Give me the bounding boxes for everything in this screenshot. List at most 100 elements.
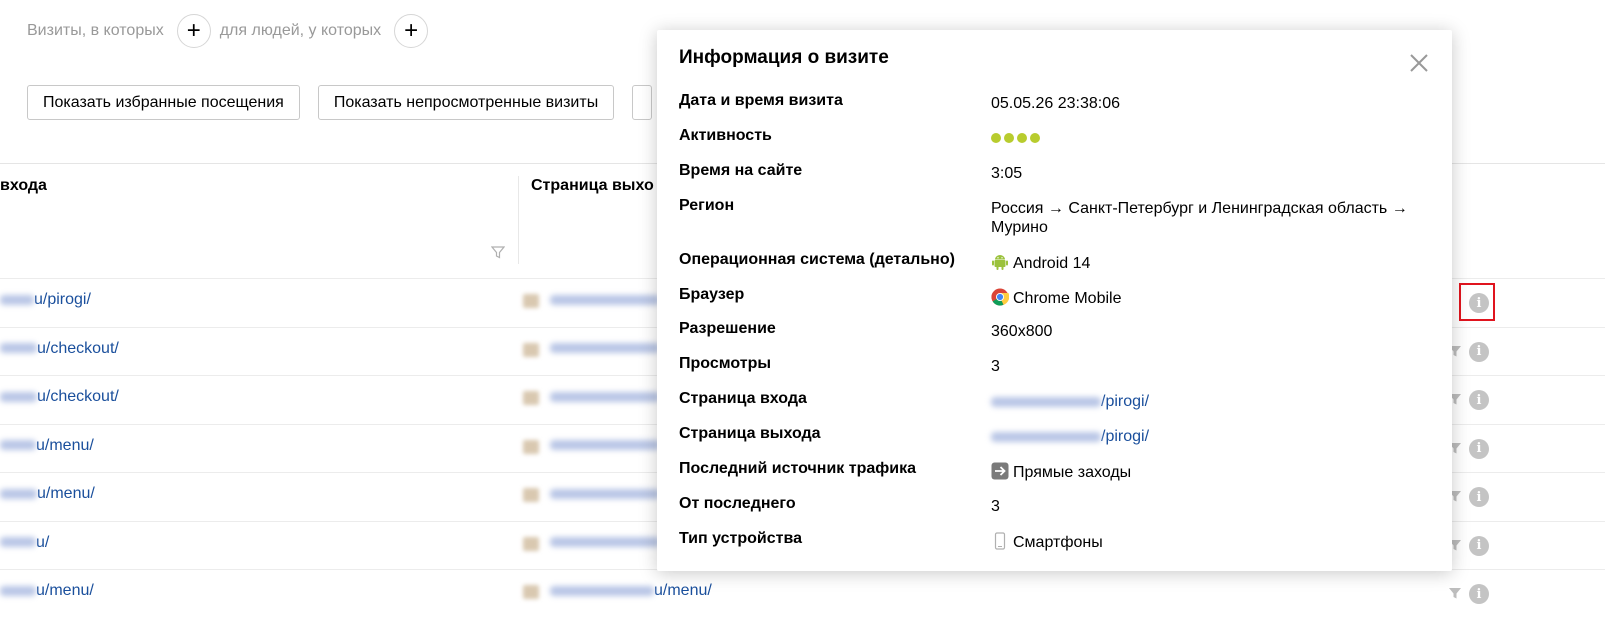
direct-traffic-icon [991, 462, 1009, 480]
redacted-domain [0, 488, 37, 499]
info-label: Регион [679, 197, 735, 214]
info-label: Последний источник трафика [679, 460, 916, 477]
entry-page-link[interactable]: u/ [0, 534, 49, 552]
exit-page-link[interactable] [550, 291, 660, 309]
filter-icon[interactable] [491, 245, 505, 259]
modal-title: Информация о визите [679, 47, 889, 68]
info-label: Операционная система (детально) [679, 251, 955, 268]
info-label: Активность [679, 127, 772, 144]
info-icon[interactable]: i [1469, 438, 1489, 459]
info-value: 05.05.26 23:38:06 [991, 94, 1431, 113]
entry-page-column-header[interactable]: входа [0, 177, 47, 195]
info-value-text: 3 [991, 358, 1000, 375]
entry-page-path: u/pirogi/ [34, 291, 91, 308]
redacted-domain [550, 537, 660, 548]
entry-page-path: u/menu/ [36, 582, 94, 599]
info-value: 360x800 [991, 322, 1431, 341]
entry-page-link[interactable]: u/checkout/ [0, 388, 119, 406]
info-value-text: 05.05.26 23:38:06 [991, 95, 1121, 112]
redacted-domain [0, 343, 37, 354]
redacted-domain [550, 440, 660, 451]
info-value: Россия → Санкт-Петербург и Ленинградская… [991, 199, 1431, 237]
site-favicon [523, 585, 539, 599]
redacted-domain [550, 585, 654, 596]
show-favorites-button[interactable]: Показать избранные посещения [27, 85, 300, 120]
filter-buttons: Показать избранные посещения Показать не… [27, 85, 653, 120]
site-favicon [523, 391, 539, 405]
redacted-domain [991, 431, 1101, 442]
info-value [991, 129, 1431, 148]
exit-page-column-header[interactable]: Страница выхо [531, 177, 654, 195]
hidden-filter-button[interactable] [632, 85, 653, 120]
info-value: 3 [991, 497, 1431, 516]
redacted-domain [550, 294, 660, 305]
table-row[interactable]: u/menu/u/menu/i [0, 569, 1605, 618]
entry-page-path: u/menu/ [37, 485, 95, 502]
info-label: Страница выхода [679, 425, 821, 442]
visit-info-modal: Информация о визите Дата и время визита 0… [657, 30, 1452, 571]
page-link[interactable]: /pirogi/ [991, 428, 1149, 445]
activity-dot [1017, 133, 1027, 143]
exit-page-link[interactable] [550, 340, 660, 358]
people-condition-label: для людей, у которых [219, 22, 382, 39]
site-favicon [523, 294, 539, 308]
info-value-text: Android 14 [1013, 255, 1091, 272]
entry-page-path: u/checkout/ [37, 339, 119, 357]
info-label: Разрешение [679, 320, 776, 337]
close-icon[interactable] [1407, 51, 1431, 75]
info-icon[interactable]: i [1469, 341, 1489, 362]
info-icon[interactable]: i [1469, 535, 1489, 556]
site-favicon [523, 342, 539, 357]
info-label: Время на сайте [679, 162, 803, 179]
redacted-domain [991, 396, 1101, 407]
page-path: /pirogi/ [1101, 428, 1150, 445]
info-label: Просмотры [679, 355, 772, 372]
show-unviewed-button[interactable]: Показать непросмотренные визиты [317, 85, 615, 120]
info-value-text: Прямые заходы [1013, 464, 1132, 481]
info-icon[interactable]: i [1469, 487, 1489, 507]
activity-dot [1030, 133, 1040, 143]
exit-page-link[interactable] [550, 534, 660, 552]
info-icon[interactable]: i [1469, 390, 1489, 410]
exit-page-link[interactable] [550, 388, 660, 406]
entry-page-link[interactable]: u/menu/ [0, 437, 94, 455]
redacted-domain [0, 585, 36, 596]
exit-page-link[interactable]: u/menu/ [550, 582, 712, 600]
exit-page-link[interactable] [550, 485, 660, 503]
site-favicon [523, 439, 539, 454]
redacted-domain [550, 488, 660, 499]
entry-page-path: u/ [36, 533, 50, 551]
info-icon[interactable]: i [1469, 584, 1489, 604]
info-value-text: 3 [991, 498, 1000, 515]
info-value: Android 14 [991, 253, 1431, 273]
exit-page-path: u/menu/ [654, 582, 712, 599]
info-value: Chrome Mobile [991, 288, 1431, 308]
column-separator [518, 176, 519, 264]
site-favicon [523, 488, 539, 502]
page-link[interactable]: /pirogi/ [991, 393, 1149, 410]
site-favicon [523, 536, 539, 551]
entry-page-link[interactable]: u/pirogi/ [0, 291, 91, 309]
add-people-condition-button[interactable]: + [394, 14, 429, 48]
info-label: От последнего [679, 495, 796, 512]
info-label: Тип устройства [679, 530, 802, 547]
info-value: /pirogi/ [991, 427, 1431, 446]
exit-page-link[interactable] [550, 437, 660, 455]
add-visit-condition-button[interactable]: + [176, 14, 211, 48]
highlight-box [1459, 283, 1495, 321]
info-value: 3:05 [991, 164, 1431, 183]
entry-page-link[interactable]: u/menu/ [0, 582, 94, 600]
chrome-icon [991, 288, 1010, 306]
filter-icon[interactable] [1448, 586, 1462, 600]
entry-page-link[interactable]: u/checkout/ [0, 340, 119, 358]
info-value: /pirogi/ [991, 392, 1431, 411]
page-path: /pirogi/ [1101, 393, 1150, 410]
redacted-domain [0, 537, 36, 548]
info-value-text: 360x800 [991, 323, 1053, 340]
entry-page-link[interactable]: u/menu/ [0, 485, 95, 503]
redacted-domain [0, 294, 34, 305]
activity-indicator [991, 133, 1040, 143]
entry-page-path: u/menu/ [36, 436, 94, 454]
info-value-text: Россия → Санкт-Петербург и Ленинградская… [991, 200, 1408, 236]
info-value: 3 [991, 357, 1431, 376]
